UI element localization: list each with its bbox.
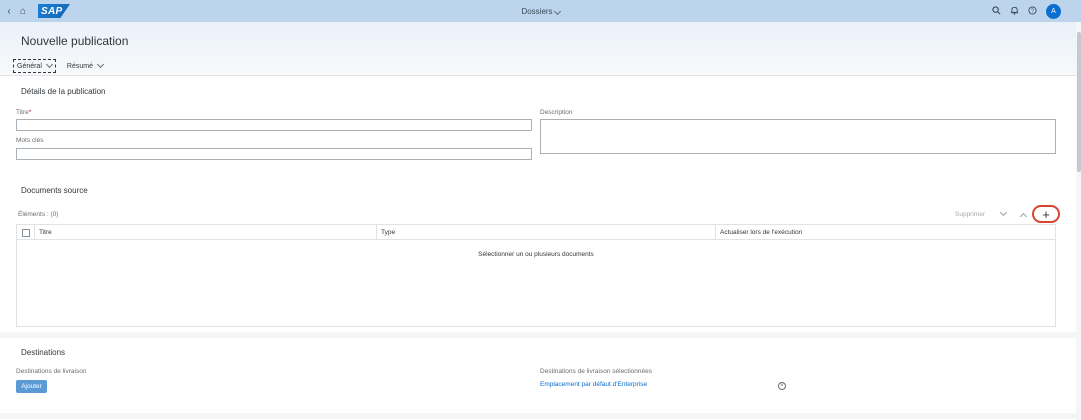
- shell-actions: ? A: [992, 0, 1061, 22]
- title-label-text: Titre: [16, 109, 29, 116]
- description-field[interactable]: [540, 119, 1056, 154]
- tab-general-label: Général: [17, 62, 42, 70]
- details-section-title: Détails de la publication: [21, 87, 106, 96]
- scrollbar[interactable]: [1076, 22, 1081, 420]
- list-item: Emplacement par défaut d'Enterprise ×: [540, 378, 798, 394]
- source-docs-table: Titre Type Actualiser lors de l'exécutio…: [16, 224, 1056, 327]
- move-down-icon[interactable]: [999, 208, 1008, 217]
- selected-destinations-label: Destinations de livraison sélectionnées: [540, 368, 653, 375]
- avatar[interactable]: A: [1046, 3, 1061, 19]
- chevron-left-icon[interactable]: ‹: [2, 4, 16, 18]
- delivery-destinations-label: Destinations de livraison: [16, 368, 87, 375]
- keywords-label: Mots clés: [16, 137, 44, 144]
- select-all-checkbox[interactable]: [22, 229, 30, 237]
- add-destination-button[interactable]: Ajouter: [16, 380, 47, 393]
- close-circle-icon[interactable]: ×: [778, 382, 786, 390]
- column-header-refresh[interactable]: Actualiser lors de l'exécution: [715, 225, 1056, 240]
- title-label: Titre*: [16, 109, 31, 116]
- source-docs-section-title: Documents source: [21, 186, 88, 195]
- items-count: Éléments : (0): [18, 211, 59, 218]
- add-document-button[interactable]: +: [1032, 205, 1060, 223]
- home-icon[interactable]: ⌂: [16, 4, 30, 18]
- description-label: Description: [540, 109, 573, 116]
- section-divider: [0, 413, 1076, 419]
- shell-title-text: Dossiers: [521, 6, 553, 16]
- chevron-down-icon: [553, 7, 561, 15]
- table-header: Titre Type Actualiser lors de l'exécutio…: [17, 225, 1055, 240]
- svg-text:?: ?: [1031, 8, 1034, 14]
- tab-resume[interactable]: Résumé: [64, 59, 106, 73]
- header-tabs: Général Résumé: [13, 59, 106, 73]
- destination-link[interactable]: Emplacement par défaut d'Enterprise: [540, 381, 647, 388]
- section-divider: [0, 332, 1076, 338]
- column-header-title[interactable]: Titre: [34, 225, 392, 240]
- scrollbar-thumb[interactable]: [1077, 32, 1081, 172]
- keywords-field[interactable]: [16, 148, 532, 160]
- help-icon[interactable]: ?: [1028, 5, 1037, 17]
- page-content: Détails de la publication Titre* Mots cl…: [0, 76, 1076, 420]
- bell-icon[interactable]: [1010, 6, 1019, 17]
- page-header: Nouvelle publication Général Résumé: [0, 22, 1076, 76]
- column-header-type[interactable]: Type: [376, 225, 716, 240]
- delete-button[interactable]: Supprimer: [955, 211, 985, 218]
- chevron-down-icon: [96, 60, 105, 69]
- title-field[interactable]: [16, 119, 532, 131]
- move-up-icon[interactable]: [1019, 212, 1028, 221]
- shell-title[interactable]: Dossiers: [521, 6, 561, 16]
- chevron-down-icon: [45, 60, 53, 69]
- destinations-section-title: Destinations: [21, 348, 66, 357]
- tab-resume-label: Résumé: [66, 62, 93, 70]
- empty-table-message: Sélectionner un ou plusieurs documents: [478, 251, 594, 258]
- required-marker: *: [28, 109, 32, 116]
- sap-logo[interactable]: SAP: [38, 4, 70, 18]
- page-title: Nouvelle publication: [21, 34, 129, 48]
- search-icon[interactable]: [992, 5, 1001, 17]
- tab-general[interactable]: Général: [13, 59, 56, 73]
